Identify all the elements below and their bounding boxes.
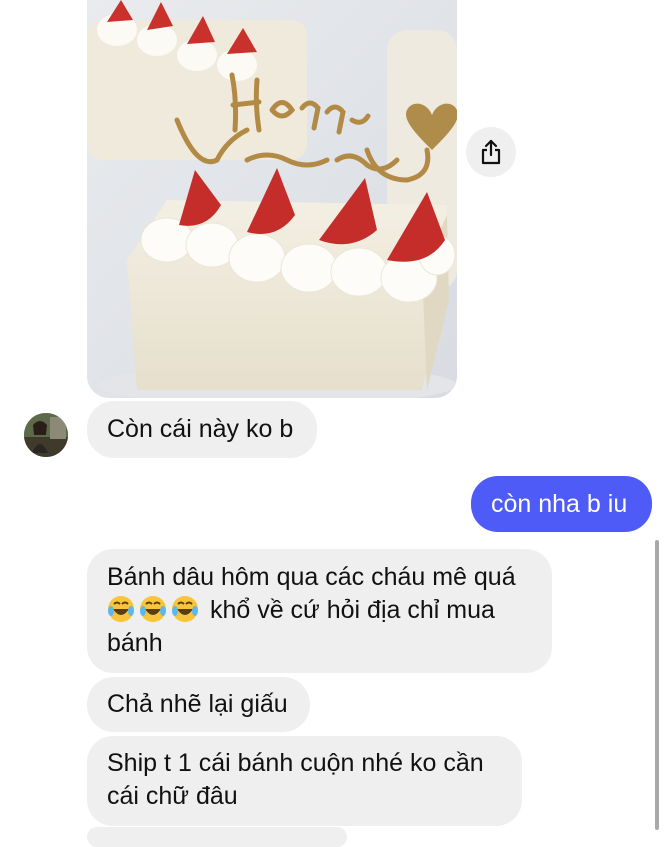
message-bubble-incoming[interactable]: Ship t 1 cái bánh cuộn nhé ko cần cái ch… — [87, 736, 522, 826]
message-text: Còn cái này ko b — [107, 415, 294, 443]
message-bubble-outgoing[interactable]: còn nha b iu — [471, 476, 652, 532]
message-bubble-incoming[interactable]: Còn cái này ko b — [87, 401, 317, 458]
message-bubble-incoming[interactable]: Bánh dâu hôm qua các cháu mê quá khổ về … — [87, 549, 552, 673]
avatar[interactable] — [24, 413, 68, 457]
message-bubble-incoming[interactable]: Chả nhẽ lại giấu — [87, 677, 310, 732]
share-icon — [481, 139, 501, 165]
share-button[interactable] — [466, 127, 516, 177]
message-text-line: Bánh dâu hôm qua các cháu mê quá — [107, 563, 516, 591]
laughing-tears-emoji — [172, 596, 198, 622]
scrollbar[interactable] — [655, 540, 659, 830]
message-bubble-incoming-partial[interactable] — [87, 827, 347, 847]
message-text-line: Ship t 1 cái bánh cuộn nhé ko cần — [107, 749, 484, 777]
message-text-line: cái chữ đâu — [107, 782, 238, 810]
message-text: còn nha b iu — [491, 490, 628, 518]
message-text-line: khổ về cứ hỏi địa chỉ mua — [203, 596, 495, 624]
laughing-tears-emoji — [108, 596, 134, 622]
message-text-line-with-emoji: khổ về cứ hỏi địa chỉ mua — [107, 594, 532, 627]
message-text: Chả nhẽ lại giấu — [107, 690, 288, 718]
message-text-line: bánh — [107, 629, 163, 657]
shared-photo[interactable] — [87, 0, 457, 398]
laughing-tears-emoji — [140, 596, 166, 622]
